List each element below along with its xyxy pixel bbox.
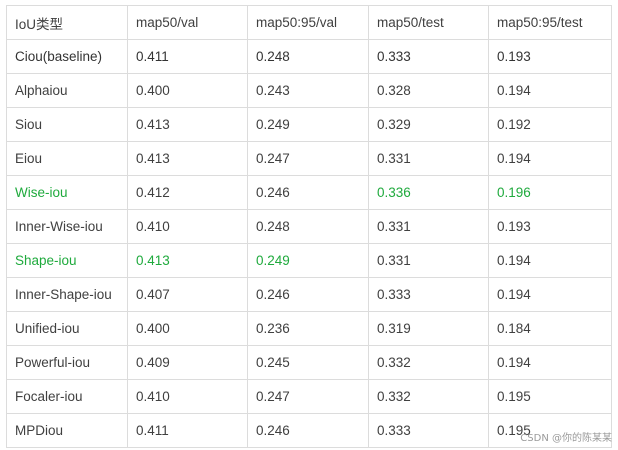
table-cell: 0.236 (247, 311, 369, 346)
table-cell: 0.247 (247, 379, 369, 414)
column-header-map50-95-test: map50:95/test (488, 5, 612, 40)
table-row: Siou 0.413 0.249 0.329 0.192 (6, 107, 612, 142)
table-cell: 0.193 (488, 39, 612, 74)
column-header-map50-val: map50/val (127, 5, 248, 40)
table-cell: Eiou (6, 141, 128, 176)
table-cell: 0.249 (247, 107, 369, 142)
table-cell: 0.333 (368, 413, 489, 448)
table-row: Inner-Wise-iou 0.410 0.248 0.331 0.193 (6, 209, 612, 244)
table-cell: 0.194 (488, 345, 612, 380)
table-cell: 0.246 (247, 413, 369, 448)
table-cell: Ciou(baseline) (6, 39, 128, 74)
table-cell: Siou (6, 107, 128, 142)
csdn-watermark: CSDN @你的陈某某 (520, 433, 612, 444)
table-body: Ciou(baseline) 0.411 0.248 0.333 0.193 A… (6, 39, 612, 448)
column-header-iou-type: IoU类型 (6, 5, 128, 40)
table-cell: Unified-iou (6, 311, 128, 346)
results-table: IoU类型 map50/val map50:95/val map50/test … (6, 5, 612, 448)
table-header: IoU类型 map50/val map50:95/val map50/test … (6, 5, 612, 40)
table-cell: 0.194 (488, 141, 612, 176)
table-cell: 0.331 (368, 243, 489, 278)
table-row: Unified-iou 0.400 0.236 0.319 0.184 (6, 311, 612, 346)
table-cell: 0.194 (488, 243, 612, 278)
table-cell: 0.409 (127, 345, 248, 380)
table-cell: 0.194 (488, 277, 612, 312)
table-cell: 0.411 (127, 39, 248, 74)
table-cell: 0.192 (488, 107, 612, 142)
table-cell: 0.331 (368, 209, 489, 244)
table-cell: 0.329 (368, 107, 489, 142)
table-cell: 0.410 (127, 379, 248, 414)
table-cell: Focaler-iou (6, 379, 128, 414)
table-cell: 0.319 (368, 311, 489, 346)
table-cell: Inner-Wise-iou (6, 209, 128, 244)
table-cell: 0.413 (127, 243, 248, 278)
table-cell: MPDiou (6, 413, 128, 448)
table-row: Shape-iou 0.413 0.249 0.331 0.194 (6, 243, 612, 278)
table-cell: 0.413 (127, 107, 248, 142)
table-cell: 0.336 (368, 175, 489, 210)
column-header-map50-95-val: map50:95/val (247, 5, 369, 40)
table-cell: 0.413 (127, 141, 248, 176)
table-cell: 0.410 (127, 209, 248, 244)
table-cell: 0.333 (368, 277, 489, 312)
table-cell: Alphaiou (6, 73, 128, 108)
column-header-map50-test: map50/test (368, 5, 489, 40)
table-cell: 0.196 (488, 175, 612, 210)
table-cell: 0.184 (488, 311, 612, 346)
table-cell: 0.331 (368, 141, 489, 176)
table-row: Wise-iou 0.412 0.246 0.336 0.196 (6, 175, 612, 210)
table-row: Powerful-iou 0.409 0.245 0.332 0.194 (6, 345, 612, 380)
header-row: IoU类型 map50/val map50:95/val map50/test … (6, 5, 612, 40)
table-cell: 0.247 (247, 141, 369, 176)
table-cell: 0.246 (247, 277, 369, 312)
table-cell: Shape-iou (6, 243, 128, 278)
table-cell: Wise-iou (6, 175, 128, 210)
table-cell: 0.248 (247, 209, 369, 244)
table-cell: 0.193 (488, 209, 612, 244)
table-cell: Powerful-iou (6, 345, 128, 380)
table-row: Alphaiou 0.400 0.243 0.328 0.194 (6, 73, 612, 108)
table-cell: 0.411 (127, 413, 248, 448)
table-cell: 0.249 (247, 243, 369, 278)
table-cell: 0.412 (127, 175, 248, 210)
table-cell: 0.248 (247, 39, 369, 74)
table-cell: 0.243 (247, 73, 369, 108)
table-cell: 0.246 (247, 175, 369, 210)
table-cell: 0.407 (127, 277, 248, 312)
table-cell: 0.332 (368, 345, 489, 380)
table-cell: 0.332 (368, 379, 489, 414)
table-cell: 0.245 (247, 345, 369, 380)
table-cell: Inner-Shape-iou (6, 277, 128, 312)
table-row: Inner-Shape-iou 0.407 0.246 0.333 0.194 (6, 277, 612, 312)
table-row: Ciou(baseline) 0.411 0.248 0.333 0.193 (6, 39, 612, 74)
table-cell: 0.333 (368, 39, 489, 74)
table-cell: 0.194 (488, 73, 612, 108)
table-cell: 0.400 (127, 73, 248, 108)
table-cell: 0.195 (488, 379, 612, 414)
table-cell: 0.328 (368, 73, 489, 108)
table-row: Focaler-iou 0.410 0.247 0.332 0.195 (6, 379, 612, 414)
table-row: Eiou 0.413 0.247 0.331 0.194 (6, 141, 612, 176)
table-cell: 0.400 (127, 311, 248, 346)
